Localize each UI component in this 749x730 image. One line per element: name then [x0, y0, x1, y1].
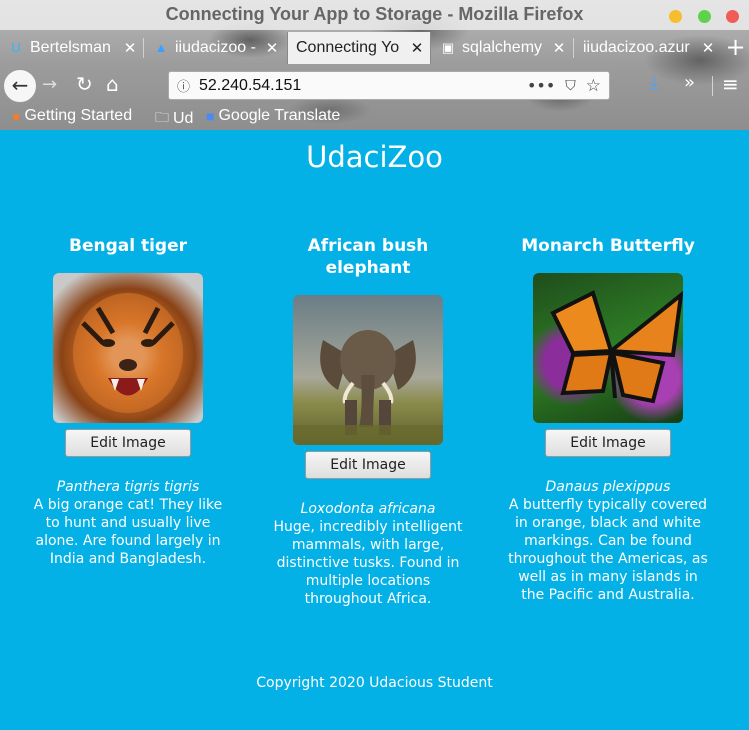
tab-separator: [143, 38, 144, 58]
site-title: UdaciZoo: [306, 140, 443, 174]
elephant-graphic: [293, 330, 443, 445]
bookmark-ud[interactable]: 🗀 Ud: [155, 107, 193, 131]
tab-bertelsman[interactable]: U Bertelsman ✕: [0, 32, 143, 64]
tab-separator: [573, 38, 574, 58]
firefox-icon: ●: [12, 108, 21, 124]
new-tab-button[interactable]: +: [722, 32, 749, 64]
animal-card-elephant: African bush elephant Edit Image Loxodon…: [268, 235, 468, 608]
tiger-face-graphic: [73, 293, 183, 413]
close-window-button[interactable]: [726, 10, 739, 23]
window-title: Connecting Your App to Storage - Mozilla…: [165, 4, 584, 24]
page-actions-icon[interactable]: •••: [527, 76, 555, 95]
hamburger-menu-icon[interactable]: ≡: [722, 72, 739, 96]
folder-icon: 🗀: [155, 109, 169, 125]
bookmark-getting-started[interactable]: ● Getting Started: [12, 107, 132, 125]
terminal-icon: ▣: [441, 40, 455, 55]
butterfly-graphic: [550, 290, 683, 404]
bookmarks-toolbar: ● Getting Started 🗀 Ud ■ Google Translat…: [0, 104, 749, 130]
tab-close-icon[interactable]: ✕: [121, 39, 139, 57]
tab-connecting[interactable]: Connecting Yo ✕: [287, 32, 431, 64]
animal-name: African bush elephant: [307, 236, 429, 278]
forward-button[interactable]: →: [42, 74, 57, 95]
maximize-button[interactable]: [698, 10, 711, 23]
animal-card-butterfly: Monarch Butterfly Edit Image Danaus plex…: [508, 235, 708, 604]
site-info-icon[interactable]: ⓘ: [177, 76, 199, 95]
bookmark-star-icon[interactable]: ☆: [586, 76, 601, 96]
tab-sqlalchemy[interactable]: ▣ sqlalchemy ✕: [432, 32, 572, 64]
reload-button[interactable]: ↻: [76, 72, 93, 96]
browser-chrome: Connecting Your App to Storage - Mozilla…: [0, 0, 749, 130]
url-text[interactable]: 52.240.54.151: [199, 77, 527, 95]
butterfly-image: [533, 273, 683, 423]
tab-iiudacizoo[interactable]: ▲ iiudacizoo - ✕: [145, 32, 285, 64]
download-icon[interactable]: ⤓: [650, 72, 658, 93]
toolbar-separator: [712, 76, 713, 96]
scientific-name: Danaus plexippus: [545, 479, 671, 495]
animal-description: A butterfly typically covered in orange,…: [508, 497, 708, 603]
animal-description: A big orange cat! They like to hunt and …: [33, 497, 223, 567]
scientific-name: Panthera tigris tigris: [56, 479, 200, 495]
home-button[interactable]: ⌂: [106, 72, 119, 96]
navigation-toolbar: ← → ↻ ⌂ ⓘ 52.240.54.151 ••• ⛉ ☆ ⤓ » ≡: [0, 66, 749, 104]
elephant-image: [293, 295, 443, 445]
translate-icon: ■: [206, 108, 215, 124]
udacity-icon: U: [11, 40, 21, 55]
overflow-icon[interactable]: »: [684, 72, 695, 93]
edit-image-button-butterfly[interactable]: Edit Image: [545, 429, 671, 457]
edit-image-button-elephant[interactable]: Edit Image: [305, 451, 431, 479]
animal-description: Huge, incredibly intelligent mammals, wi…: [273, 519, 463, 607]
tab-close-icon[interactable]: ✕: [550, 39, 568, 57]
window-titlebar: Connecting Your App to Storage - Mozilla…: [0, 0, 749, 30]
tab-close-icon[interactable]: ✕: [408, 39, 426, 57]
back-button[interactable]: ←: [3, 69, 37, 103]
tiger-image: [53, 273, 203, 423]
footer-copyright: Copyright 2020 Udacious Student: [256, 675, 493, 691]
tab-close-icon[interactable]: ✕: [263, 39, 281, 57]
animal-name: Bengal tiger: [68, 236, 187, 256]
edit-image-button-tiger[interactable]: Edit Image: [65, 429, 191, 457]
tab-strip: U Bertelsman ✕ ▲ iiudacizoo - ✕ Connecti…: [0, 32, 749, 66]
page-content: UdaciZoo Bengal tiger Edit Image Panther…: [0, 130, 749, 730]
url-bar[interactable]: ⓘ 52.240.54.151 ••• ⛉ ☆: [168, 71, 610, 100]
animal-card-tiger: Bengal tiger Edit Image Panthera tigris …: [28, 235, 228, 568]
azure-icon: ▲: [154, 40, 168, 55]
scientific-name: Loxodonta africana: [300, 501, 436, 517]
pocket-icon[interactable]: ⛉: [565, 78, 576, 94]
animal-name: Monarch Butterfly: [521, 236, 695, 256]
tab-close-icon[interactable]: ✕: [699, 39, 717, 57]
bookmark-google-translate[interactable]: ■ Google Translate: [206, 107, 340, 125]
tab-iiudacizoo-azure[interactable]: iiudacizoo.azur ✕: [575, 32, 721, 64]
minimize-button[interactable]: [669, 10, 682, 23]
